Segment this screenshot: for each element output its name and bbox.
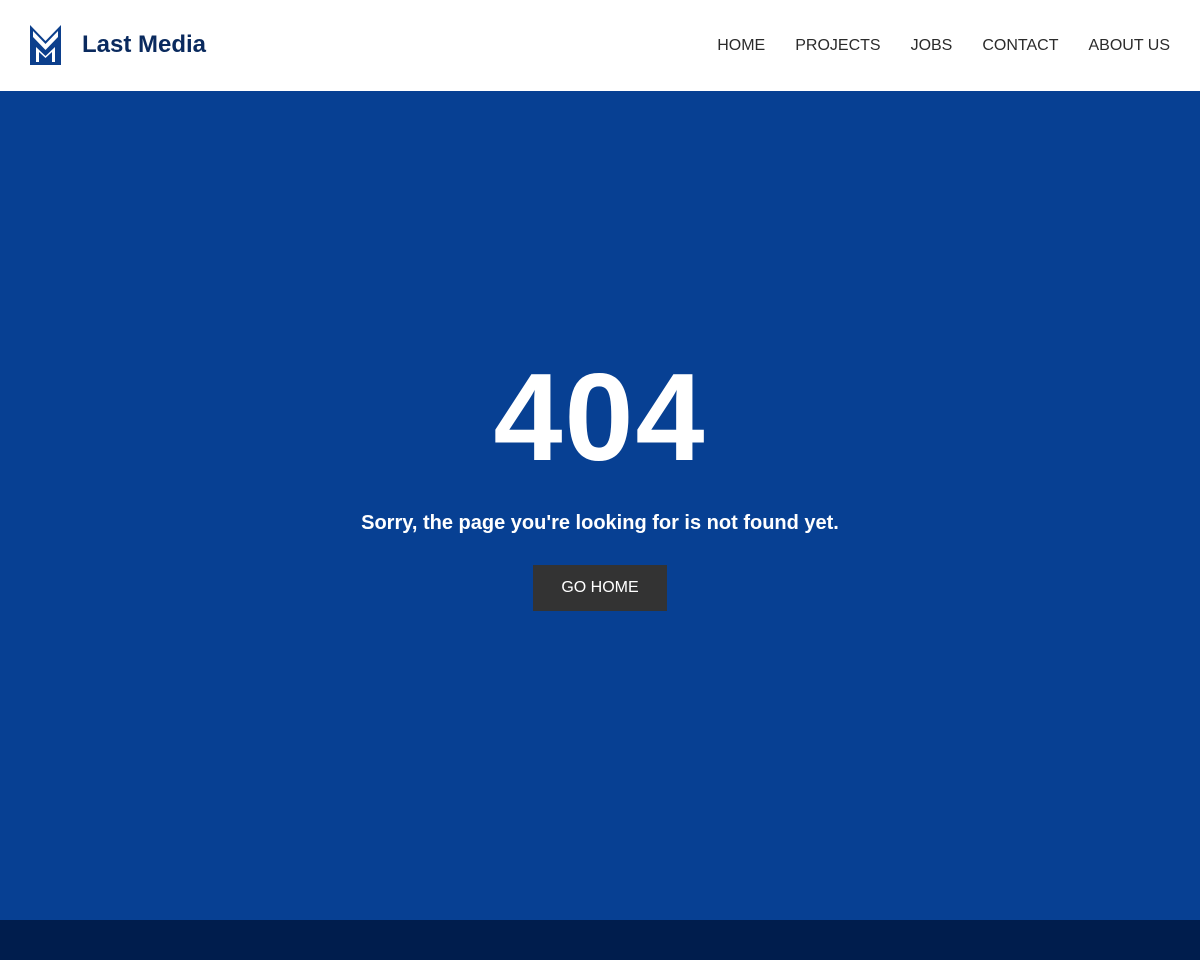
nav-item-home[interactable]: HOME [717, 0, 765, 91]
go-home-button[interactable]: GO HOME [533, 565, 667, 611]
main-nav: HOME PROJECTS JOBS CONTACT ABOUT US [717, 0, 1170, 91]
nav-item-jobs[interactable]: JOBS [911, 0, 953, 91]
error-hero: 404 Sorry, the page you're looking for i… [0, 91, 1200, 920]
brand-logo-link[interactable]: Last Media [30, 25, 206, 65]
site-footer [0, 920, 1200, 960]
nav-item-about-us[interactable]: ABOUT US [1089, 0, 1171, 91]
error-code: 404 [493, 349, 707, 487]
brand-name: Last Media [82, 31, 207, 58]
site-header: Last Media HOME PROJECTS JOBS CONTACT AB… [0, 0, 1200, 91]
nav-item-projects[interactable]: PROJECTS [795, 0, 880, 91]
m-chevron-logo-icon [30, 25, 61, 65]
error-message: Sorry, the page you're looking for is no… [361, 512, 839, 534]
nav-item-contact[interactable]: CONTACT [982, 0, 1058, 91]
